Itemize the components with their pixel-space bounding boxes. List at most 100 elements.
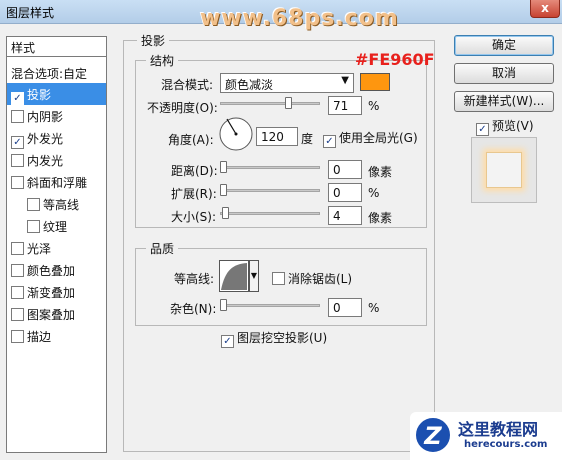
new-style-button[interactable]: 新建样式(W)... bbox=[454, 91, 554, 112]
contour-preview[interactable] bbox=[219, 260, 249, 292]
ok-button[interactable]: 确定 bbox=[454, 35, 554, 56]
angle-label: 角度(A): bbox=[168, 133, 214, 147]
chevron-down-icon: ▼ bbox=[341, 75, 349, 86]
logo-title: 这里教程网 bbox=[458, 420, 539, 439]
size-slider-thumb[interactable] bbox=[221, 207, 229, 219]
preview-swatch bbox=[486, 152, 522, 188]
style-item-label: 内发光 bbox=[27, 154, 64, 168]
spread-slider-track[interactable] bbox=[220, 189, 320, 192]
check-icon: ✓ bbox=[323, 135, 336, 148]
size-unit: 像素 bbox=[368, 211, 393, 225]
style-item-label: 颜色叠加 bbox=[27, 264, 76, 278]
noise-label: 杂色(N): bbox=[170, 302, 217, 316]
style-item[interactable]: 颜色叠加 bbox=[7, 259, 106, 281]
style-item[interactable]: 内阴影 bbox=[7, 105, 106, 127]
checkbox-icon[interactable] bbox=[27, 220, 40, 233]
spread-label: 扩展(R): bbox=[171, 187, 217, 201]
checkbox-icon bbox=[272, 272, 285, 285]
style-item-label: 光泽 bbox=[27, 242, 52, 256]
contour-label: 等高线: bbox=[174, 272, 215, 286]
style-item-label: 纹理 bbox=[43, 220, 68, 234]
style-item-label: 外发光 bbox=[27, 132, 64, 146]
opacity-slider-thumb[interactable] bbox=[285, 97, 293, 109]
logo-z-icon: Z bbox=[414, 416, 452, 454]
style-item-label: 投影 bbox=[27, 88, 52, 102]
knockout-checkbox[interactable]: ✓ 图层挖空投影(U) bbox=[221, 329, 327, 348]
structure-title: 结构 bbox=[146, 52, 179, 69]
checkbox-icon[interactable] bbox=[11, 176, 24, 189]
cancel-button[interactable]: 取消 bbox=[454, 63, 554, 84]
style-item[interactable]: 斜面和浮雕 bbox=[7, 171, 106, 193]
checkbox-icon[interactable] bbox=[11, 154, 24, 167]
style-item-label: 斜面和浮雕 bbox=[27, 176, 88, 190]
global-light-checkbox[interactable]: ✓ 使用全局光(G) bbox=[323, 129, 418, 148]
drop-shadow-title: 投影 bbox=[137, 32, 170, 49]
style-item[interactable]: 内发光 bbox=[7, 149, 106, 171]
spread-unit: % bbox=[368, 186, 380, 200]
close-button[interactable]: x bbox=[530, 0, 560, 18]
angle-dial[interactable] bbox=[218, 116, 254, 152]
preview-checkbox[interactable]: ✓ 预览(V) bbox=[476, 117, 534, 136]
preview-box bbox=[471, 137, 537, 203]
spread-input[interactable]: 0 bbox=[328, 183, 362, 202]
style-item-label: 图案叠加 bbox=[27, 308, 76, 322]
blend-mode-value: 颜色减淡 bbox=[225, 78, 274, 92]
opacity-label: 不透明度(O): bbox=[147, 101, 218, 115]
window-title: 图层样式 bbox=[6, 6, 55, 20]
noise-slider-thumb[interactable] bbox=[220, 299, 227, 311]
check-icon: ✓ bbox=[221, 335, 234, 348]
shadow-color-swatch[interactable] bbox=[360, 73, 390, 91]
style-item[interactable]: 渐变叠加 bbox=[7, 281, 106, 303]
checkbox-icon[interactable] bbox=[11, 242, 24, 255]
opacity-slider-track[interactable] bbox=[220, 102, 320, 105]
style-item-label: 内阴影 bbox=[27, 110, 64, 124]
watermark-text: www.68ps.com bbox=[200, 6, 399, 31]
quality-title: 品质 bbox=[146, 240, 179, 257]
noise-unit: % bbox=[368, 301, 380, 315]
checkbox-icon[interactable] bbox=[11, 110, 24, 123]
noise-input[interactable]: 0 bbox=[328, 298, 362, 317]
color-annotation: #FE960F bbox=[355, 50, 435, 69]
noise-slider-track[interactable] bbox=[220, 304, 320, 307]
angle-unit: 度 bbox=[301, 132, 314, 146]
check-icon: ✓ bbox=[476, 123, 489, 136]
angle-input[interactable]: 120 bbox=[256, 127, 298, 146]
checkbox-icon[interactable] bbox=[11, 330, 24, 343]
distance-input[interactable]: 0 bbox=[328, 160, 362, 179]
distance-slider-track[interactable] bbox=[220, 166, 320, 169]
antialias-checkbox[interactable]: 消除锯齿(L) bbox=[272, 270, 352, 287]
check-icon[interactable]: ✓ bbox=[11, 136, 24, 149]
style-item-label: 描边 bbox=[27, 330, 52, 344]
style-item[interactable]: 图案叠加 bbox=[7, 303, 106, 325]
site-logo: Z 这里教程网 herecours.com bbox=[410, 412, 562, 460]
style-item[interactable]: ✓ 投影 bbox=[7, 83, 106, 105]
checkbox-icon[interactable] bbox=[11, 308, 24, 321]
opacity-unit: % bbox=[368, 99, 380, 113]
styles-header[interactable]: 样式 bbox=[7, 37, 106, 57]
blending-options-item[interactable]: 混合选项:自定 bbox=[7, 63, 106, 83]
distance-unit: 像素 bbox=[368, 165, 393, 179]
style-item[interactable]: 光泽 bbox=[7, 237, 106, 259]
style-item[interactable]: ✓ 外发光 bbox=[7, 127, 106, 149]
checkbox-icon[interactable] bbox=[11, 264, 24, 277]
size-label: 大小(S): bbox=[171, 210, 217, 224]
distance-label: 距离(D): bbox=[171, 164, 218, 178]
size-input[interactable]: 4 bbox=[328, 206, 362, 225]
check-icon[interactable]: ✓ bbox=[11, 92, 24, 105]
style-item-label: 渐变叠加 bbox=[27, 286, 76, 300]
styles-list-panel: 样式 混合选项:自定 ✓ 投影 内阴影 ✓ 外发光 内发光 斜面和浮雕 等高线 纹理 光泽 颜色叠加… bbox=[6, 36, 107, 453]
logo-url: herecours.com bbox=[464, 439, 548, 450]
checkbox-icon[interactable] bbox=[27, 198, 40, 211]
style-item-label: 等高线 bbox=[43, 198, 80, 212]
size-slider-track[interactable] bbox=[220, 212, 320, 215]
style-item[interactable]: 描边 bbox=[7, 325, 106, 347]
style-item[interactable]: 等高线 bbox=[7, 193, 106, 215]
spread-slider-thumb[interactable] bbox=[220, 184, 227, 196]
contour-dropdown-icon[interactable]: ▼ bbox=[249, 260, 259, 292]
blend-mode-label: 混合模式: bbox=[161, 78, 214, 92]
blend-mode-select[interactable]: 颜色减淡 ▼ bbox=[220, 73, 354, 93]
checkbox-icon[interactable] bbox=[11, 286, 24, 299]
opacity-input[interactable]: 71 bbox=[328, 96, 362, 115]
style-item[interactable]: 纹理 bbox=[7, 215, 106, 237]
distance-slider-thumb[interactable] bbox=[220, 161, 227, 173]
